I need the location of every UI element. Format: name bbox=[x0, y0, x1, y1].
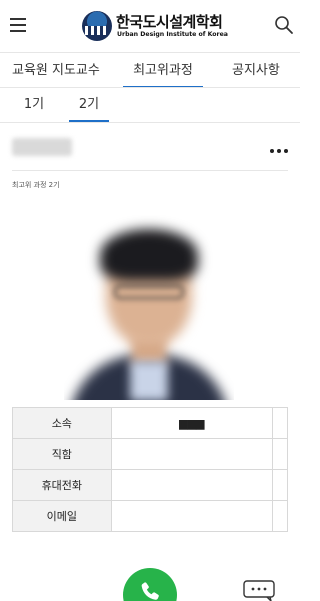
logo-korean-text: 한국도시설계학회 bbox=[116, 13, 223, 31]
logo-emblem-icon bbox=[82, 11, 112, 41]
app-header: 한국도시설계학회 Urban Design Institute of Korea bbox=[0, 0, 300, 52]
table-row: 이메일 bbox=[12, 500, 288, 532]
table-row: 직함 bbox=[12, 438, 288, 470]
post-title-blurred bbox=[12, 138, 72, 156]
position-value bbox=[110, 438, 274, 470]
mobile-label: 휴대전화 bbox=[12, 469, 112, 501]
table-row: 휴대전화 bbox=[12, 469, 288, 501]
post-category: 최고위 과정 2기 bbox=[12, 181, 60, 189]
position-label: 직함 bbox=[12, 438, 112, 470]
phone-icon bbox=[141, 582, 159, 600]
search-icon[interactable] bbox=[274, 15, 294, 35]
sub-tab-bar: 1기 2기 bbox=[0, 88, 300, 123]
divider bbox=[12, 170, 288, 171]
hamburger-icon[interactable] bbox=[10, 18, 26, 32]
tab-cohort-1[interactable]: 1기 bbox=[14, 88, 54, 122]
affiliation-value: ▆▆▆ bbox=[110, 407, 274, 439]
tab-notices[interactable]: 공지사항 bbox=[232, 53, 280, 87]
tab-executive-course[interactable]: 최고위과정 bbox=[123, 53, 203, 87]
table-row: 소속 ▆▆▆ bbox=[12, 407, 288, 439]
chat-icon[interactable] bbox=[243, 580, 277, 601]
affiliation-label: 소속 bbox=[12, 407, 112, 439]
main-tab-bar: 교육원 지도교수 최고위과정 공지사항 bbox=[0, 52, 300, 88]
email-label: 이메일 bbox=[12, 500, 112, 532]
tab-instructors[interactable]: 교육원 지도교수 bbox=[12, 53, 100, 87]
tab-cohort-2[interactable]: 2기 bbox=[69, 88, 109, 122]
profile-photo bbox=[64, 215, 234, 400]
email-value[interactable] bbox=[110, 500, 274, 532]
mobile-value[interactable] bbox=[110, 469, 274, 501]
profile-info-table: 소속 ▆▆▆ 직함 휴대전화 이메일 bbox=[12, 407, 288, 532]
logo-english-text: Urban Design Institute of Korea bbox=[117, 31, 228, 38]
site-logo[interactable]: 한국도시설계학회 Urban Design Institute of Korea bbox=[82, 10, 232, 42]
more-options-icon[interactable] bbox=[270, 146, 290, 156]
call-button[interactable] bbox=[123, 568, 177, 601]
